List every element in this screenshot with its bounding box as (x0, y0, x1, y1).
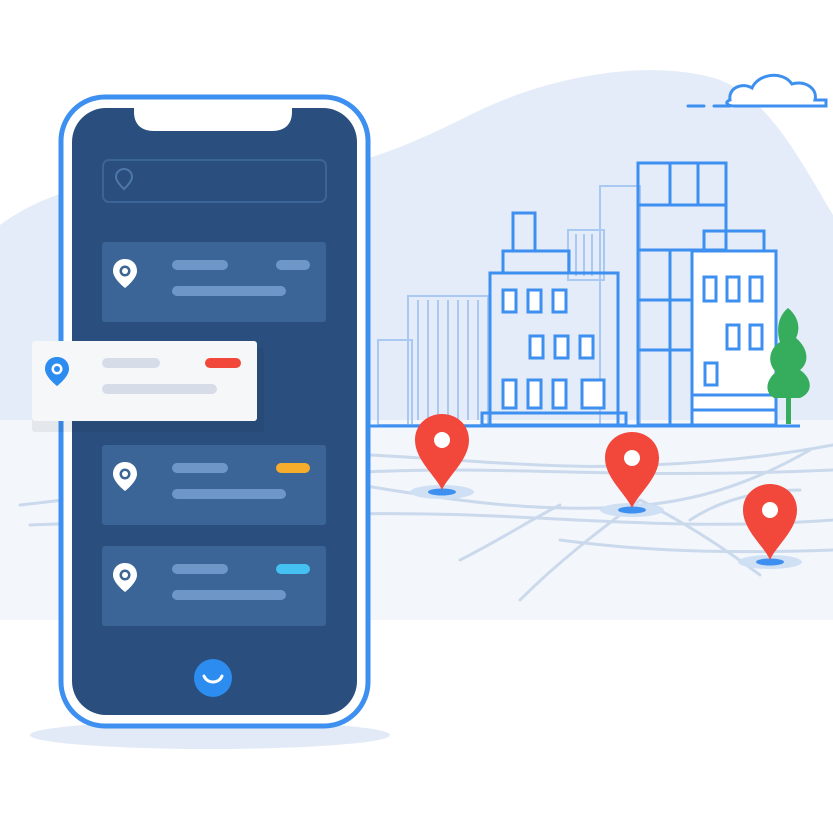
card-status-tag (276, 564, 310, 574)
card-status-tag (276, 260, 310, 270)
card-subtitle-bar (172, 286, 286, 296)
card-title-bar (172, 463, 228, 473)
card-title-bar (172, 260, 228, 270)
card-title-bar (172, 564, 228, 574)
card-subtitle-bar (172, 489, 286, 499)
card-subtitle-bar (172, 590, 286, 600)
location-card[interactable] (102, 445, 326, 525)
location-card[interactable] (102, 242, 326, 322)
phone-notch (134, 107, 292, 131)
popup-title-bar (102, 358, 160, 368)
illustration (0, 0, 833, 833)
home-button[interactable] (194, 659, 232, 697)
popup-subtitle-bar (102, 384, 217, 394)
card-status-tag (276, 463, 310, 473)
location-card[interactable] (102, 546, 326, 626)
location-app-illustration (0, 70, 833, 749)
popup-location-card[interactable] (32, 341, 264, 432)
status-tag-red (205, 358, 241, 368)
